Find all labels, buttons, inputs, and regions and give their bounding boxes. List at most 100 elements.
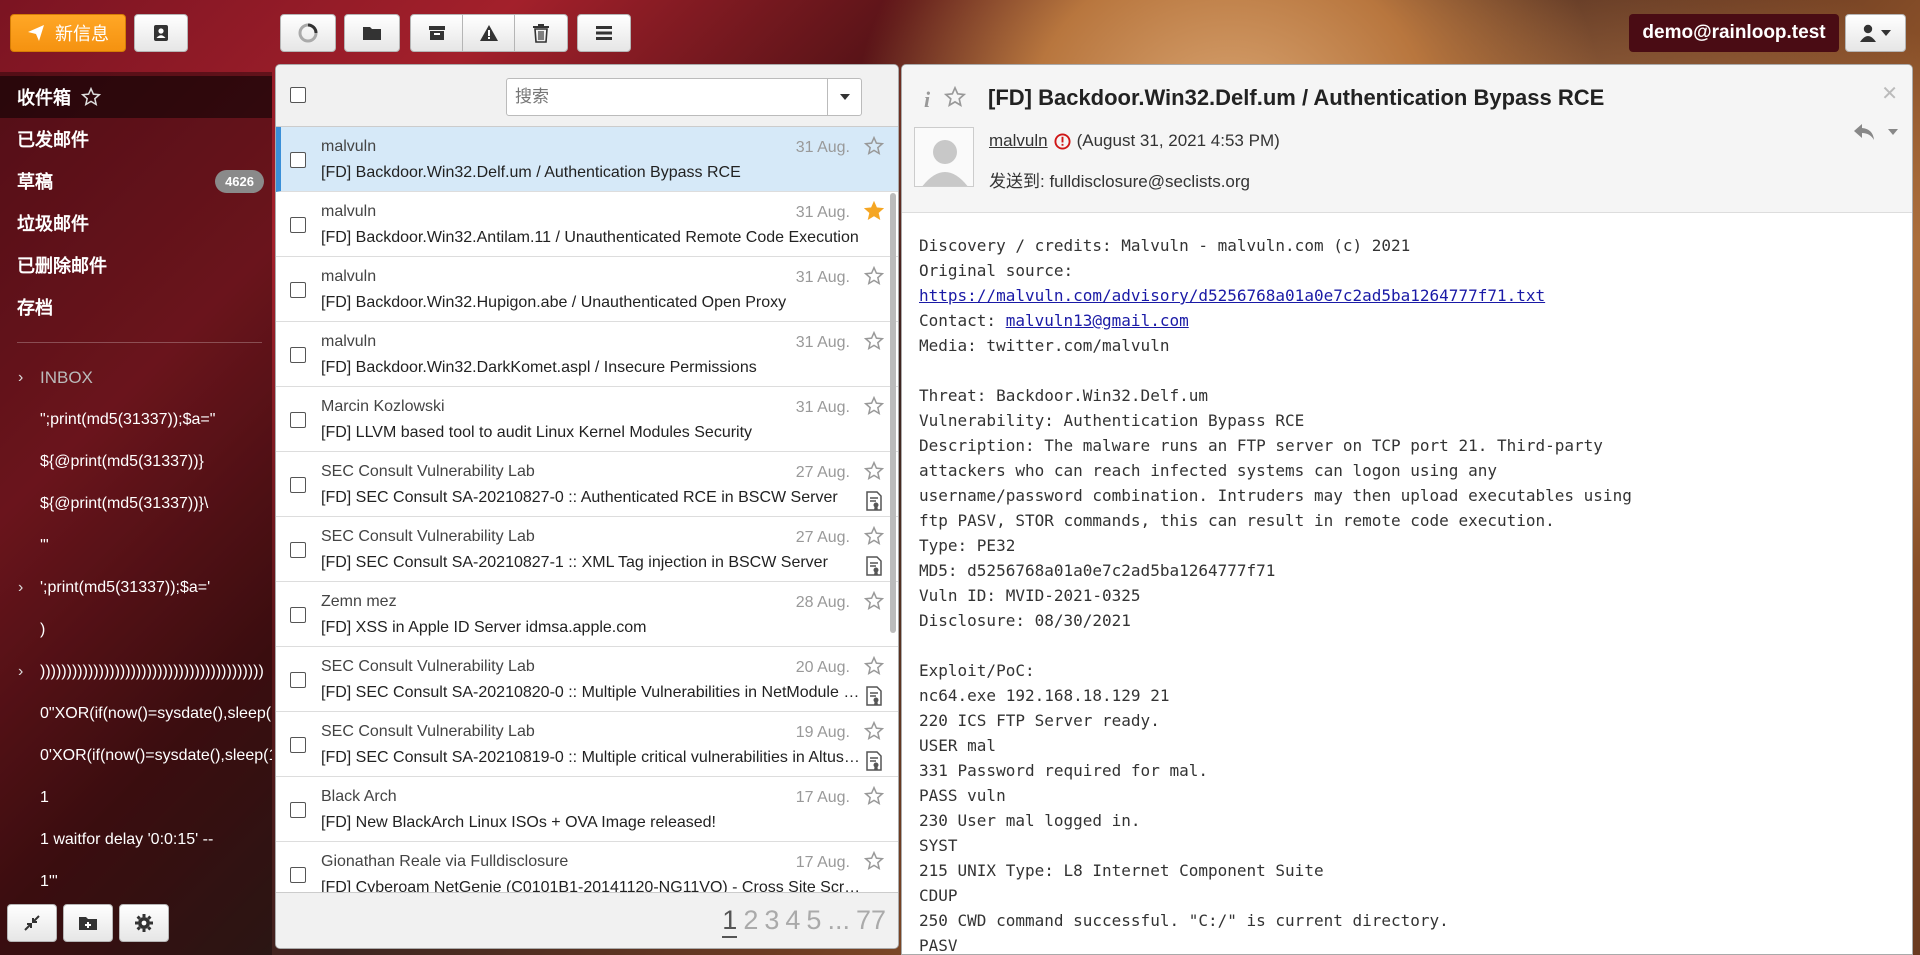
page-link[interactable]: 2 [743,905,758,938]
folder-inbox[interactable]: 收件箱 [0,76,272,118]
message-row[interactable]: Black Arch [FD] New BlackArch Linux ISOs … [276,777,898,842]
message-checkbox[interactable] [290,672,306,688]
message-row[interactable]: malvuln [FD] Backdoor.Win32.Antilam.11 / … [276,192,898,257]
message-subject: [FD] SEC Consult SA-20210827-1 :: XML Ta… [321,554,828,571]
message-checkbox[interactable] [290,347,306,363]
subfolder-item[interactable]: 1 [0,777,272,819]
subfolder-inbox[interactable]: › INBOX [0,357,272,399]
more-actions-group [577,14,631,52]
star-outline-icon[interactable] [864,331,884,351]
message-row[interactable]: Gionathan Reale via Fulldisclosure [FD] C… [276,842,898,893]
spam-button[interactable] [462,14,515,52]
compose-button[interactable]: 新信息 [10,14,126,52]
message-list-scrollbar[interactable] [890,193,896,633]
subfolder-item[interactable]: ›)))))))))))))))))))))))))))))))))))))))… [0,651,272,693]
info-icon[interactable]: i [924,87,930,113]
refresh-button[interactable] [280,14,336,52]
message-row[interactable]: Zemn mez [FD] XSS in Apple ID Server idms… [276,582,898,647]
chevron-right-icon[interactable]: › [18,663,40,681]
page-link[interactable]: 4 [785,905,800,938]
chevron-right-icon[interactable]: › [18,579,40,597]
message-reader: i [FD] Backdoor.Win32.Delf.um / Authenti… [901,64,1913,955]
folder-archive[interactable]: 存档 [0,286,272,328]
star-outline-icon[interactable] [864,591,884,611]
message-row[interactable]: malvuln [FD] Backdoor.Win32.Delf.um / Aut… [276,127,898,192]
account-email[interactable]: demo@rainloop.test [1629,14,1839,52]
star-outline-icon[interactable] [864,786,884,806]
folder-sent[interactable]: 已发邮件 [0,118,272,160]
message-row[interactable]: Marcin Kozlowski [FD] LLVM based tool to … [276,387,898,452]
message-row[interactable]: SEC Consult Vulnerability Lab [FD] SEC Co… [276,647,898,712]
subfolder-item[interactable]: 1 waitfor delay '0:0:15' -- [0,819,272,861]
archive-button[interactable] [410,14,463,52]
star-filled-icon[interactable] [864,201,884,221]
page-link[interactable]: 3 [764,905,779,938]
close-icon[interactable]: ✕ [1881,81,1898,106]
subfolder-item[interactable]: 0"XOR(if(now()=sysdate(),sleep(15),0))XO… [0,693,272,735]
sender-name[interactable]: malvuln [989,131,1048,151]
star-outline-icon[interactable] [864,526,884,546]
star-outline-icon[interactable] [864,721,884,741]
message-checkbox[interactable] [290,412,306,428]
message-row[interactable]: malvuln [FD] Backdoor.Win32.Hupigon.abe /… [276,257,898,322]
message-checkbox[interactable] [290,542,306,558]
trash-icon [533,24,549,43]
advisory-link[interactable]: https://malvuln.com/advisory/d5256768a01… [919,286,1545,305]
search-input[interactable] [507,79,827,115]
page-link[interactable]: 1 [722,905,738,938]
folder-spam[interactable]: 垃圾邮件 [0,202,272,244]
user-menu-button[interactable] [1845,14,1906,52]
contacts-button[interactable] [134,14,188,52]
new-folder-button[interactable] [63,904,113,942]
subfolder-item[interactable]: ";print(md5(31337));$a=" [0,399,272,441]
collapse-button[interactable] [7,904,57,942]
subfolder-item[interactable]: › ';print(md5(31337));$a=' [0,567,272,609]
message-row[interactable]: SEC Consult Vulnerability Lab [FD] SEC Co… [276,452,898,517]
message-checkbox[interactable] [290,802,306,818]
select-all-checkbox[interactable] [290,87,306,103]
subfolder-item[interactable]: '" [0,525,272,567]
message-checkbox[interactable] [290,282,306,298]
message-checkbox[interactable] [290,217,306,233]
message-checkbox[interactable] [290,477,306,493]
folder-label: 草稿 [17,172,53,192]
message-row[interactable]: SEC Consult Vulnerability Lab [FD] SEC Co… [276,712,898,777]
delete-button[interactable] [514,14,568,52]
message-checkbox[interactable] [290,867,306,883]
page-link[interactable]: 5 [806,905,821,938]
message-from: malvuln [321,333,377,350]
reply-icon[interactable] [1852,123,1876,141]
message-checkbox[interactable] [290,607,306,623]
more-menu-button[interactable] [577,14,631,52]
subfolder-item[interactable]: 1'" [0,861,272,903]
folder-drafts[interactable]: 草稿 4626 [0,160,272,202]
message-checkbox[interactable] [290,737,306,753]
search-options-button[interactable] [827,79,861,115]
star-outline-icon[interactable] [864,656,884,676]
message-from: SEC Consult Vulnerability Lab [321,463,535,480]
subfolder-item[interactable]: ${@print(md5(31337))}\ [0,483,272,525]
star-outline-icon[interactable] [864,266,884,286]
star-outline-icon[interactable] [864,851,884,871]
message-checkbox[interactable] [290,152,306,168]
subfolder-item[interactable]: ${@print(md5(31337))} [0,441,272,483]
contact-email-link[interactable]: malvuln13@gmail.com [1006,311,1189,330]
subfolder-item[interactable]: ) [0,609,272,651]
message-row[interactable]: SEC Consult Vulnerability Lab [FD] SEC Co… [276,517,898,582]
page-link[interactable]: 77 [856,905,886,938]
star-outline-icon[interactable] [864,396,884,416]
star-outline-icon[interactable] [944,86,966,108]
archive-icon [428,26,445,40]
move-to-folder-button[interactable] [344,14,400,52]
folder-trash[interactable]: 已删除邮件 [0,244,272,286]
settings-button[interactable] [119,904,169,942]
message-row[interactable]: malvuln [FD] Backdoor.Win32.DarkKomet.asp… [276,322,898,387]
message-from: SEC Consult Vulnerability Lab [321,723,535,740]
star-outline-icon[interactable] [864,136,884,156]
chevron-right-icon[interactable]: › [18,369,40,387]
star-outline-icon[interactable] [81,87,101,107]
subfolder-item[interactable]: 0'XOR(if(now()=sysdate(),sleep(15),0))XO… [0,735,272,777]
star-outline-icon[interactable] [864,461,884,481]
sender-line: malvuln (August 31, 2021 4:53 PM) [989,131,1280,151]
caret-down-icon[interactable] [1888,129,1898,135]
